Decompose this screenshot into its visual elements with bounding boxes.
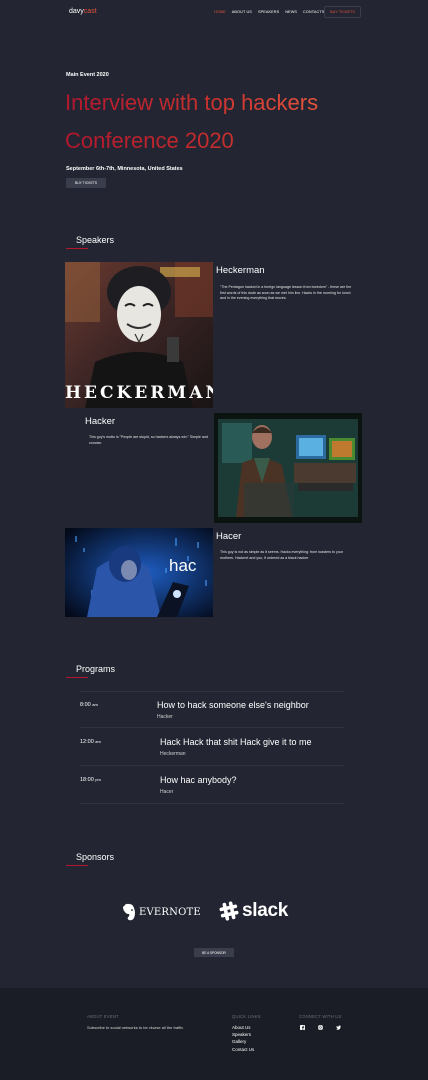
- program-time-value: 18:00: [80, 777, 94, 783]
- instagram-icon[interactable]: [317, 1024, 323, 1030]
- program-speaker: Hacer: [160, 789, 174, 795]
- hacer-image-caption: hac: [169, 556, 197, 575]
- evernote-wordmark: EVERNOTE: [139, 906, 201, 918]
- program-row[interactable]: 8:00 am How to hack someone else's neigh…: [80, 691, 344, 728]
- programs-heading-underline: [66, 677, 88, 678]
- speaker-photo-heckerman: HECKERMAN: [65, 262, 213, 408]
- footer-link-about-us[interactable]: About Us: [232, 1025, 251, 1030]
- hero-date: September 6th-7th, Minnesota, United Sta…: [66, 166, 183, 172]
- nav-link-speakers[interactable]: SPEAKERS: [258, 10, 279, 14]
- sponsors-heading: Sponsors: [76, 852, 115, 862]
- footer-link-contact-us[interactable]: Contact Us: [232, 1047, 254, 1052]
- nav-link-home[interactable]: HOME: [214, 10, 226, 14]
- be-a-sponsor-button[interactable]: BE A SPONSOR: [194, 948, 234, 957]
- speakers-heading-underline: [66, 248, 88, 249]
- speaker-photo-hacer: hac: [65, 528, 213, 617]
- top-navbar: davycast HOME ABOUT US SPEAKERS NEWS CON…: [0, 0, 428, 26]
- speaker-desc-hacker: This guy's motto is "People are stupid, …: [89, 435, 208, 445]
- program-time: 18:00 pm: [80, 777, 101, 783]
- footer-about-text: Subscribe to social networks to be vkurs…: [87, 1025, 184, 1030]
- speaker-desc-hacer: This guy is not as simple as it seems. H…: [220, 550, 344, 560]
- hacker-photo-illustration: [214, 413, 362, 523]
- site-footer: ABOUT EVENT Subscribe to social networks…: [0, 988, 428, 1080]
- nav-link-contacts[interactable]: CONTACTS: [303, 10, 324, 14]
- logo-text-davy: davy: [69, 8, 84, 15]
- nav-buy-tickets-button[interactable]: BUY TICKETS: [324, 6, 361, 18]
- program-time: 8:00 am: [80, 702, 98, 708]
- footer-about-heading: ABOUT EVENT: [87, 1014, 119, 1019]
- program-row[interactable]: 12:00 am Hack Hack that shit Hack give i…: [80, 729, 344, 766]
- program-speaker: Hacker: [157, 714, 173, 720]
- footer-connect-heading: CONNECT WITH US: [299, 1014, 342, 1019]
- program-title: How to hack someone else's neighbor: [157, 700, 309, 710]
- programs-heading: Programs: [76, 664, 116, 674]
- program-time-ampm: am: [92, 702, 98, 707]
- evernote-elephant-icon: [123, 903, 135, 921]
- twitter-icon[interactable]: [335, 1024, 341, 1030]
- speaker-desc-heckerman: "The Pentagon hacked in a foreign langua…: [220, 285, 352, 300]
- heckerman-image-caption: HECKERMAN: [65, 383, 213, 403]
- nav-links: HOME ABOUT US SPEAKERS NEWS CONTACTS: [214, 10, 324, 14]
- speaker-name-hacer: Hacer: [216, 531, 242, 542]
- slack-hash-icon: [219, 901, 239, 921]
- nav-link-news[interactable]: NEWS: [285, 10, 297, 14]
- program-title: Hack Hack that shit Hack give it to me: [160, 737, 312, 747]
- program-time-value: 12:00: [80, 739, 94, 745]
- program-time: 12:00 am: [80, 739, 101, 745]
- facebook-icon[interactable]: [299, 1024, 305, 1030]
- slack-wordmark: slack: [242, 900, 289, 921]
- site-logo[interactable]: davycast: [69, 8, 97, 15]
- speaker-name-heckerman: Heckerman: [216, 265, 265, 276]
- sponsor-logo-slack[interactable]: slack: [219, 900, 288, 922]
- hero-kicker: Main Event 2020: [66, 72, 109, 78]
- program-row[interactable]: 18:00 pm How hac anybody? Hacer: [80, 767, 344, 804]
- sponsor-logo-evernote[interactable]: EVERNOTE: [121, 903, 201, 921]
- program-time-value: 8:00: [80, 702, 91, 708]
- logo-text-cast: cast: [83, 8, 97, 15]
- program-title: How hac anybody?: [160, 775, 237, 785]
- speaker-name-hacker: Hacker: [85, 416, 116, 427]
- footer-link-speakers[interactable]: Speakers: [232, 1032, 251, 1037]
- speaker-photo-hacker: [214, 413, 362, 523]
- speakers-heading: Speakers: [76, 235, 115, 245]
- hero-buy-tickets-button[interactable]: BUY TICKETS: [66, 178, 106, 188]
- footer-quick-links-heading: QUICK LINKS: [232, 1014, 261, 1019]
- sponsors-heading-underline: [66, 865, 88, 866]
- nav-link-about[interactable]: ABOUT US: [232, 10, 252, 14]
- program-speaker: Heckerman: [160, 751, 186, 757]
- program-time-ampm: pm: [95, 777, 101, 782]
- hero-title-line1: Interview with top hackers: [65, 90, 319, 115]
- hero-title-line2: Conference 2020: [65, 128, 234, 153]
- program-time-ampm: am: [95, 739, 101, 744]
- footer-link-gallery[interactable]: Gallery: [232, 1039, 246, 1044]
